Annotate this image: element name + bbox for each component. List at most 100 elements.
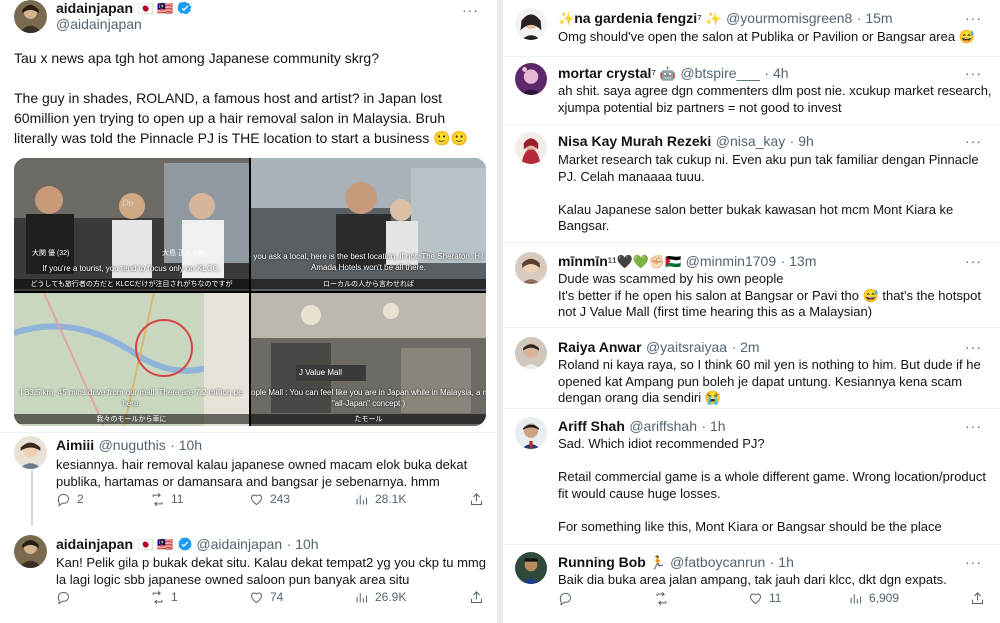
reply-avatar[interactable] — [515, 417, 547, 449]
divider — [503, 544, 1000, 545]
heart-icon — [250, 494, 263, 505]
media-image-4[interactable]: J Value Mall ople Mall : You can feel li… — [251, 293, 486, 426]
reply-avatar[interactable] — [515, 63, 547, 95]
reply-handle[interactable]: @yaitsraiyaa — [646, 339, 727, 355]
reply-author-name[interactable]: mīnmīn — [558, 253, 608, 269]
reply-time[interactable]: · 10h — [287, 536, 319, 552]
reply-text-line: xjumpa potential biz partners = not good… — [558, 99, 842, 115]
reply-author-name[interactable]: aidainjapan — [56, 536, 133, 552]
reply-handle[interactable]: @ariffshah — [629, 418, 697, 434]
reply-author-name[interactable]: na gardenia fengzi — [574, 10, 697, 26]
retweet-icon — [656, 591, 667, 605]
reply-time[interactable]: · 9h — [790, 133, 814, 149]
like-count: 74 — [270, 590, 284, 604]
reply-text-line: ah shit. saya agree dgn commenters dlm p… — [558, 83, 992, 98]
reply-time[interactable]: · 4h — [764, 65, 788, 81]
reply-author-name[interactable]: Raiya Anwar — [558, 339, 642, 355]
reply-author-name[interactable]: Running Bob — [558, 554, 646, 570]
retweet-icon — [152, 492, 163, 506]
reply-text-line: It's better if he open his salon at Bang… — [558, 287, 981, 303]
reply-avatar[interactable] — [14, 535, 47, 568]
reply-button[interactable] — [56, 590, 77, 605]
reply-header: aidainjapan 🇯🇵 🇲🇾 @aidainjapan · 10h — [56, 536, 319, 554]
reply-author-name[interactable]: Nisa Kay Murah Rezeki — [558, 133, 711, 149]
views-button[interactable]: 26.9K — [354, 590, 406, 605]
reply-handle[interactable]: @nisa_kay — [716, 133, 785, 149]
views-button[interactable]: 28.1K — [354, 492, 406, 507]
more-options-icon[interactable]: ··· — [965, 65, 982, 81]
reply-handle[interactable]: @btspire___ — [680, 65, 760, 81]
reply-header: Ariff Shah @ariffshah · 1h — [558, 418, 726, 436]
reply-text: Dude was scammed by his own people It's … — [558, 271, 993, 321]
more-options-icon[interactable]: ··· — [965, 418, 982, 434]
retweet-icon — [152, 590, 163, 604]
like-button[interactable]: 243 — [249, 492, 290, 507]
reply-author-name[interactable]: mortar crystal — [558, 65, 651, 81]
reply-header: Running Bob 🏃 @fatboycanrun · 1h — [558, 554, 794, 572]
divider — [503, 124, 1000, 125]
share-button[interactable] — [469, 590, 484, 605]
reply-handle[interactable]: @aidainjapan — [196, 536, 282, 552]
reply-header: Raiya Anwar @yaitsraiyaa · 2m — [558, 339, 760, 357]
divider — [503, 408, 1000, 409]
reply-author-name[interactable]: Ariff Shah — [558, 418, 625, 434]
media-image-1[interactable]: Do 大関 優 (32) 大島 正人 (55) If you're a tour… — [14, 158, 249, 291]
more-options-icon[interactable]: ··· — [965, 133, 982, 149]
reply-avatar[interactable] — [515, 8, 547, 40]
retweet-button[interactable]: 11 — [150, 492, 183, 507]
reply-header: mīnmīn¹¹🖤💚✊🏻🇵🇸 @minmin1709 · 13m — [558, 253, 816, 271]
more-options-icon[interactable]: ··· — [965, 554, 982, 570]
reply-avatar[interactable] — [515, 337, 547, 369]
reply-time[interactable]: · 15m — [857, 10, 893, 26]
reply-text-line: Roland ni kaya raya, so I think 60 mil y… — [558, 357, 981, 372]
retweet-button[interactable] — [654, 591, 675, 606]
retweet-count: 1 — [171, 590, 178, 604]
reply-avatar[interactable] — [515, 132, 547, 164]
more-options-icon[interactable]: ··· — [965, 339, 982, 355]
heart-icon — [749, 593, 762, 604]
like-button[interactable]: 11 — [748, 591, 781, 606]
reply-time[interactable]: · 10h — [170, 437, 202, 453]
more-options-icon[interactable]: ··· — [462, 2, 479, 18]
reply-avatar[interactable] — [515, 552, 547, 584]
reply-avatar[interactable] — [515, 252, 547, 284]
reply-time[interactable]: · 1h — [770, 554, 794, 570]
reply-time[interactable]: · 2m — [732, 339, 760, 355]
like-count: 243 — [270, 492, 291, 506]
view-count: 6,909 — [869, 591, 900, 605]
reply-handle[interactable]: @nuguthis — [99, 437, 166, 453]
reply-button[interactable] — [558, 591, 579, 606]
video-subtitle: If you're a tourist, you tend to focus o… — [42, 264, 221, 273]
reply-avatar[interactable] — [14, 436, 47, 469]
reply-handle[interactable]: @minmin1709 — [686, 253, 776, 269]
share-button[interactable] — [469, 492, 484, 507]
media-image-2[interactable]: you ask a local, here is the best locati… — [251, 158, 486, 291]
like-button[interactable]: 74 — [249, 590, 283, 605]
runner-icon: 🏃 — [645, 555, 666, 570]
retweet-button[interactable]: 1 — [150, 590, 178, 605]
reply-header: ✨na gardenia fengzi⁷ ✨ @yourmomisgreen8 … — [558, 10, 893, 28]
more-options-icon[interactable]: ··· — [965, 253, 982, 269]
reply-text-line: publika, hartamas or damansara and bangs… — [56, 473, 440, 489]
reply-handle[interactable]: @yourmomisgreen8 — [726, 10, 852, 26]
reply-text-line: not J Value Mall (first time hearing thi… — [558, 304, 873, 319]
author-handle[interactable]: @aidainjapan — [56, 16, 142, 32]
reply-text-line: Kan! Pelik gila p bukak dekat situ. Kala… — [56, 555, 486, 570]
reply-author-name[interactable]: Aimiii — [56, 437, 94, 453]
reply-handle[interactable]: @fatboycanrun — [670, 554, 765, 570]
reply-text-line: Market research tak cukup ni. Even aku p… — [558, 152, 979, 167]
views-button[interactable]: 6,909 — [848, 591, 899, 606]
author-name[interactable]: aidainjapan — [56, 0, 133, 16]
media-image-3[interactable]: t 33.5 km, 45 mins drive from our mall. … — [14, 293, 249, 426]
reply-time[interactable]: · 13m — [781, 253, 817, 269]
divider — [0, 432, 497, 433]
post-media-grid[interactable]: Do 大関 優 (32) 大島 正人 (55) If you're a tour… — [14, 158, 486, 426]
share-button[interactable] — [970, 591, 985, 606]
post-text-line: literally was told the Pinnacle PJ is TH… — [14, 130, 469, 146]
reply-text-line: la lagi logic sbb japanese owned saloon … — [56, 571, 410, 587]
retweet-count: 11 — [171, 492, 184, 506]
reply-button[interactable]: 2 — [56, 492, 84, 507]
author-avatar[interactable] — [14, 0, 47, 33]
more-options-icon[interactable]: ··· — [965, 10, 982, 26]
reply-time[interactable]: · 1h — [701, 418, 725, 434]
